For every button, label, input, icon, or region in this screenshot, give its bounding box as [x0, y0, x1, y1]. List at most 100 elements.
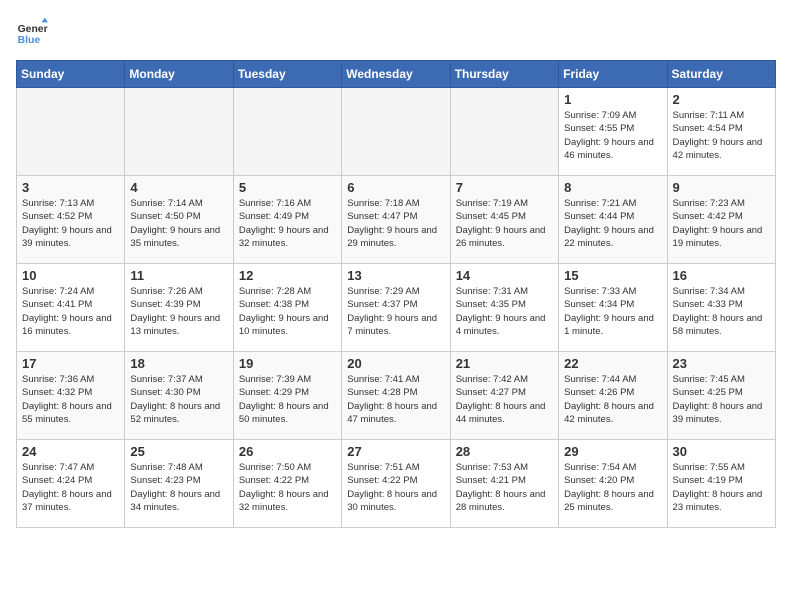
calendar-cell — [125, 88, 233, 176]
day-info: Sunrise: 7:44 AMSunset: 4:26 PMDaylight:… — [564, 373, 661, 426]
day-info: Sunrise: 7:14 AMSunset: 4:50 PMDaylight:… — [130, 197, 227, 250]
calendar-cell: 14 Sunrise: 7:31 AMSunset: 4:35 PMDayligh… — [450, 264, 558, 352]
day-number: 25 — [130, 444, 227, 459]
day-number: 26 — [239, 444, 336, 459]
day-number: 16 — [673, 268, 770, 283]
calendar-cell: 29Sunrise: 7:54 AMSunset: 4:20 PMDayligh… — [559, 440, 667, 528]
day-number: 2 — [673, 92, 770, 107]
day-number: 30 — [673, 444, 770, 459]
day-number: 14 — [456, 268, 553, 283]
day-info: Sunrise: 7:53 AMSunset: 4:21 PMDaylight:… — [456, 461, 553, 514]
calendar-cell: 24 Sunrise: 7:47 AMSunset: 4:24 PMDayligh… — [17, 440, 125, 528]
day-number: 27 — [347, 444, 444, 459]
calendar-cell: 22 Sunrise: 7:44 AMSunset: 4:26 PMDayligh… — [559, 352, 667, 440]
day-number: 18 — [130, 356, 227, 371]
day-number: 12 — [239, 268, 336, 283]
day-info: Sunrise: 7:09 AMSunset: 4:55 PMDaylight:… — [564, 109, 661, 162]
day-info: Sunrise: 7:31 AMSunset: 4:35 PMDaylight:… — [456, 285, 553, 338]
day-number: 4 — [130, 180, 227, 195]
day-number: 9 — [673, 180, 770, 195]
calendar-cell: 1Sunrise: 7:09 AMSunset: 4:55 PMDaylight… — [559, 88, 667, 176]
logo: General Blue — [16, 16, 52, 48]
day-number: 11 — [130, 268, 227, 283]
day-number: 13 — [347, 268, 444, 283]
calendar-cell: 10Sunrise: 7:24 AMSunset: 4:41 PMDayligh… — [17, 264, 125, 352]
weekday-header-sunday: Sunday — [17, 61, 125, 88]
day-number: 3 — [22, 180, 119, 195]
svg-text:General: General — [18, 24, 48, 35]
day-info: Sunrise: 7:11 AMSunset: 4:54 PMDaylight:… — [673, 109, 770, 162]
calendar-cell: 18 Sunrise: 7:37 AMSunset: 4:30 PMDayligh… — [125, 352, 233, 440]
day-number: 22 — [564, 356, 661, 371]
calendar-cell: 4 Sunrise: 7:14 AMSunset: 4:50 PMDaylight… — [125, 176, 233, 264]
day-number: 19 — [239, 356, 336, 371]
day-info: Sunrise: 7:28 AMSunset: 4:38 PMDaylight:… — [239, 285, 336, 338]
day-info: Sunrise: 7:45 AMSunset: 4:25 PMDaylight:… — [673, 373, 770, 426]
calendar-cell: 28 Sunrise: 7:53 AMSunset: 4:21 PMDayligh… — [450, 440, 558, 528]
day-info: Sunrise: 7:55 AMSunset: 4:19 PMDaylight:… — [673, 461, 770, 514]
weekday-header-tuesday: Tuesday — [233, 61, 341, 88]
day-number: 23 — [673, 356, 770, 371]
calendar-cell: 13 Sunrise: 7:29 AMSunset: 4:37 PMDayligh… — [342, 264, 450, 352]
weekday-header-saturday: Saturday — [667, 61, 775, 88]
calendar-cell: 20Sunrise: 7:41 AMSunset: 4:28 PMDayligh… — [342, 352, 450, 440]
day-info: Sunrise: 7:29 AMSunset: 4:37 PMDaylight:… — [347, 285, 444, 338]
calendar-cell: 11 Sunrise: 7:26 AMSunset: 4:39 PMDayligh… — [125, 264, 233, 352]
day-info: Sunrise: 7:42 AMSunset: 4:27 PMDaylight:… — [456, 373, 553, 426]
day-number: 20 — [347, 356, 444, 371]
day-number: 24 — [22, 444, 119, 459]
calendar-cell: 21Sunrise: 7:42 AMSunset: 4:27 PMDayligh… — [450, 352, 558, 440]
day-number: 28 — [456, 444, 553, 459]
calendar-cell: 3 Sunrise: 7:13 AMSunset: 4:52 PMDaylight… — [17, 176, 125, 264]
calendar-cell: 23 Sunrise: 7:45 AMSunset: 4:25 PMDayligh… — [667, 352, 775, 440]
day-number: 8 — [564, 180, 661, 195]
calendar-table: SundayMondayTuesdayWednesdayThursdayFrid… — [16, 60, 776, 528]
calendar-week-row: 10Sunrise: 7:24 AMSunset: 4:41 PMDayligh… — [17, 264, 776, 352]
day-number: 17 — [22, 356, 119, 371]
weekday-header-wednesday: Wednesday — [342, 61, 450, 88]
logo-icon: General Blue — [16, 16, 48, 48]
day-number: 5 — [239, 180, 336, 195]
day-info: Sunrise: 7:34 AMSunset: 4:33 PMDaylight:… — [673, 285, 770, 338]
day-info: Sunrise: 7:47 AMSunset: 4:24 PMDaylight:… — [22, 461, 119, 514]
weekday-header-friday: Friday — [559, 61, 667, 88]
day-info: Sunrise: 7:37 AMSunset: 4:30 PMDaylight:… — [130, 373, 227, 426]
calendar-week-row: 1Sunrise: 7:09 AMSunset: 4:55 PMDaylight… — [17, 88, 776, 176]
svg-text:Blue: Blue — [18, 35, 41, 46]
day-info: Sunrise: 7:39 AMSunset: 4:29 PMDaylight:… — [239, 373, 336, 426]
calendar-cell: 16 Sunrise: 7:34 AMSunset: 4:33 PMDayligh… — [667, 264, 775, 352]
calendar-cell — [342, 88, 450, 176]
calendar-week-row: 3 Sunrise: 7:13 AMSunset: 4:52 PMDaylight… — [17, 176, 776, 264]
day-number: 7 — [456, 180, 553, 195]
calendar-week-row: 17 Sunrise: 7:36 AMSunset: 4:32 PMDayligh… — [17, 352, 776, 440]
calendar-cell: 9Sunrise: 7:23 AMSunset: 4:42 PMDaylight… — [667, 176, 775, 264]
day-info: Sunrise: 7:13 AMSunset: 4:52 PMDaylight:… — [22, 197, 119, 250]
day-info: Sunrise: 7:51 AMSunset: 4:22 PMDaylight:… — [347, 461, 444, 514]
calendar-cell: 5 Sunrise: 7:16 AMSunset: 4:49 PMDaylight… — [233, 176, 341, 264]
page-header: General Blue — [16, 16, 776, 48]
calendar-cell: 30 Sunrise: 7:55 AMSunset: 4:19 PMDayligh… — [667, 440, 775, 528]
day-info: Sunrise: 7:19 AMSunset: 4:45 PMDaylight:… — [456, 197, 553, 250]
calendar-cell — [17, 88, 125, 176]
day-info: Sunrise: 7:54 AMSunset: 4:20 PMDaylight:… — [564, 461, 661, 514]
calendar-cell: 8Sunrise: 7:21 AMSunset: 4:44 PMDaylight… — [559, 176, 667, 264]
day-info: Sunrise: 7:48 AMSunset: 4:23 PMDaylight:… — [130, 461, 227, 514]
calendar-cell: 7 Sunrise: 7:19 AMSunset: 4:45 PMDaylight… — [450, 176, 558, 264]
calendar-cell: 15 Sunrise: 7:33 AMSunset: 4:34 PMDayligh… — [559, 264, 667, 352]
day-info: Sunrise: 7:24 AMSunset: 4:41 PMDaylight:… — [22, 285, 119, 338]
calendar-cell: 2 Sunrise: 7:11 AMSunset: 4:54 PMDaylight… — [667, 88, 775, 176]
calendar-cell: 26Sunrise: 7:50 AMSunset: 4:22 PMDayligh… — [233, 440, 341, 528]
weekday-header-thursday: Thursday — [450, 61, 558, 88]
calendar-cell — [233, 88, 341, 176]
calendar-cell: 17 Sunrise: 7:36 AMSunset: 4:32 PMDayligh… — [17, 352, 125, 440]
day-info: Sunrise: 7:16 AMSunset: 4:49 PMDaylight:… — [239, 197, 336, 250]
calendar-cell: 27 Sunrise: 7:51 AMSunset: 4:22 PMDayligh… — [342, 440, 450, 528]
day-info: Sunrise: 7:26 AMSunset: 4:39 PMDaylight:… — [130, 285, 227, 338]
day-number: 6 — [347, 180, 444, 195]
day-number: 15 — [564, 268, 661, 283]
day-info: Sunrise: 7:33 AMSunset: 4:34 PMDaylight:… — [564, 285, 661, 338]
weekday-header-row: SundayMondayTuesdayWednesdayThursdayFrid… — [17, 61, 776, 88]
calendar-cell: 12 Sunrise: 7:28 AMSunset: 4:38 PMDayligh… — [233, 264, 341, 352]
day-info: Sunrise: 7:36 AMSunset: 4:32 PMDaylight:… — [22, 373, 119, 426]
day-info: Sunrise: 7:18 AMSunset: 4:47 PMDaylight:… — [347, 197, 444, 250]
